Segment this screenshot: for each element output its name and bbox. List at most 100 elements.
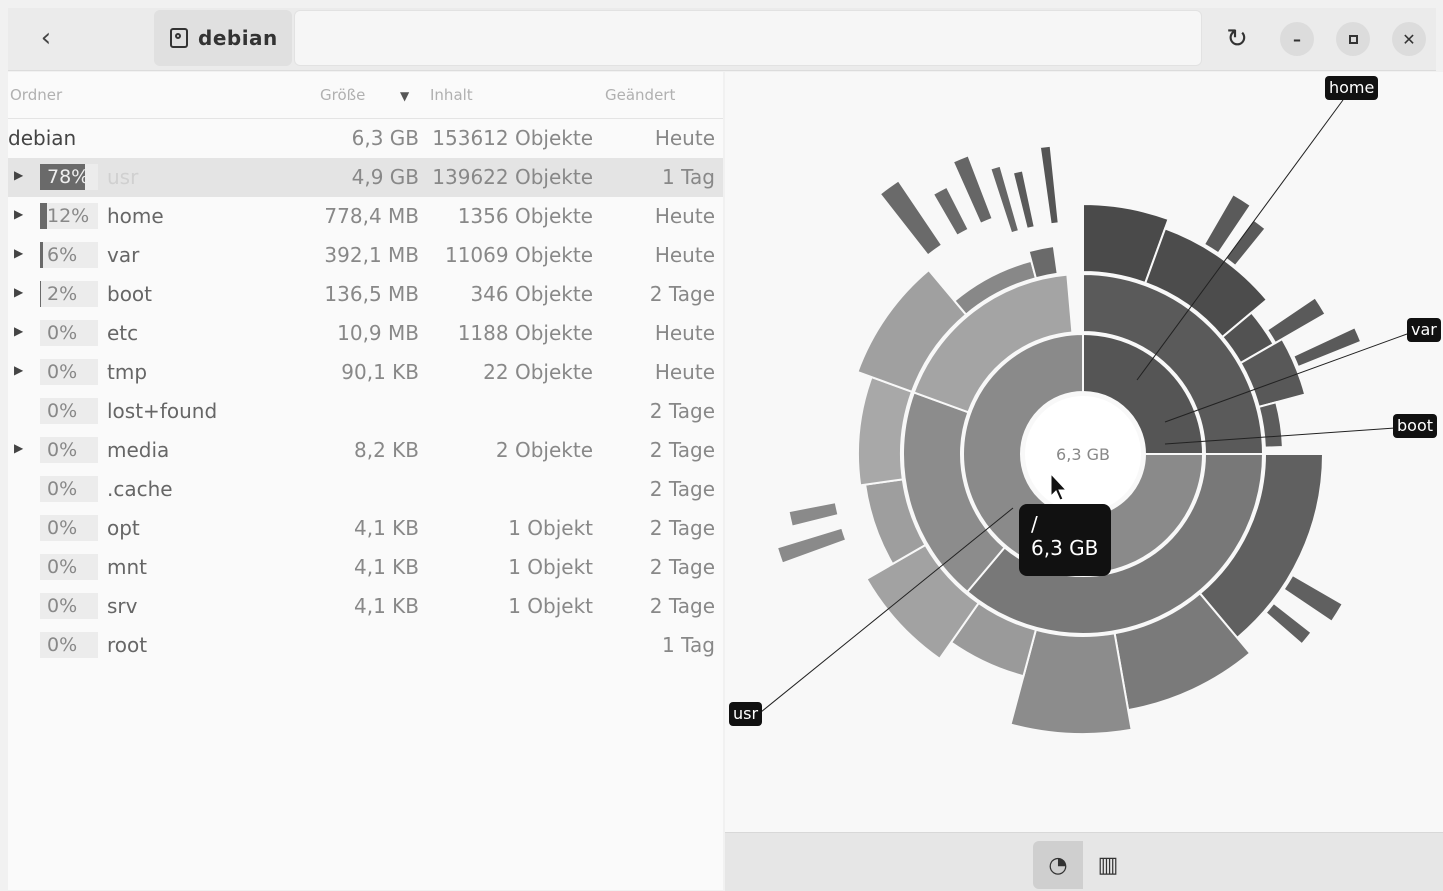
- table-row[interactable]: ▶ 0% tmp 90,1 KB 22 Objekte Heute: [8, 353, 723, 392]
- table-row[interactable]: 0% opt 4,1 KB 1 Objekt 2 Tage: [8, 509, 723, 548]
- ring-segment[interactable]: [787, 500, 840, 528]
- row-modified: 2 Tage: [649, 282, 715, 306]
- row-modified: 2 Tage: [649, 516, 715, 540]
- breadcrumb[interactable]: debian: [154, 10, 292, 66]
- table-row[interactable]: ▶ 6% var 392,1 MB 11069 Objekte Heute: [8, 236, 723, 275]
- table-row[interactable]: ▶ 0% etc 10,9 MB 1188 Objekte Heute: [8, 314, 723, 353]
- percent-bar: 0%: [40, 437, 98, 463]
- minimize-button[interactable]: –: [1280, 22, 1314, 56]
- column-contents[interactable]: Inhalt: [430, 86, 473, 104]
- label-var: var: [1407, 318, 1441, 342]
- percent-bar: 0%: [40, 320, 98, 346]
- ring-segment[interactable]: [1291, 325, 1363, 369]
- row-size: 6,3 GB: [351, 126, 419, 150]
- table-row[interactable]: ▶ 78% usr 4,9 GB 139622 Objekte 1 Tag: [8, 158, 723, 197]
- ring-segment[interactable]: [931, 185, 970, 238]
- chart-panel: 6,3 GB home var boot usr / 6,3 GB: [725, 72, 1443, 832]
- folder-list: Ordner Größe ▼ Inhalt Geändert debian 6,…: [8, 72, 723, 890]
- sunburst-chart[interactable]: 6,3 GB: [725, 72, 1443, 832]
- row-modified: Heute: [654, 126, 715, 150]
- maximize-button[interactable]: [1336, 22, 1370, 56]
- percent-text: 0%: [47, 400, 78, 422]
- ring-segment[interactable]: [1264, 601, 1313, 646]
- table-row-root[interactable]: debian 6,3 GB 153612 Objekte Heute: [8, 119, 723, 158]
- percent-text: 0%: [47, 322, 78, 344]
- expand-arrow-icon[interactable]: ▶: [14, 363, 23, 377]
- row-modified: Heute: [654, 360, 715, 384]
- ring-segment[interactable]: [1038, 144, 1060, 226]
- table-row[interactable]: 0% .cache 2 Tage: [8, 470, 723, 509]
- row-count: 1 Objekt: [508, 516, 593, 540]
- table-row[interactable]: 0% root 1 Tag: [8, 626, 723, 665]
- label-home: home: [1325, 76, 1379, 100]
- percent-fill: [40, 203, 47, 229]
- row-name: opt: [107, 516, 140, 540]
- close-button[interactable]: ✕: [1392, 22, 1426, 56]
- row-modified: Heute: [654, 243, 715, 267]
- expand-arrow-icon[interactable]: ▶: [14, 324, 23, 338]
- percent-bar: 0%: [40, 632, 98, 658]
- row-count: 153612 Objekte: [432, 126, 593, 150]
- treemap-chart-button[interactable]: ▥: [1083, 841, 1133, 889]
- table-row[interactable]: 0% lost+found 2 Tage: [8, 392, 723, 431]
- row-modified: 1 Tag: [662, 633, 715, 657]
- expand-arrow-icon[interactable]: ▶: [14, 441, 23, 455]
- tooltip-size: 6,3 GB: [1031, 536, 1099, 560]
- close-icon: ✕: [1402, 29, 1416, 49]
- rings-chart-button[interactable]: ◔: [1033, 841, 1083, 889]
- row-name: usr: [107, 165, 139, 189]
- row-count: 1188 Objekte: [457, 321, 593, 345]
- rings-chart-icon: ◔: [1048, 852, 1068, 878]
- row-count: 2 Objekte: [495, 438, 593, 462]
- percent-bar: 12%: [40, 203, 98, 229]
- expand-arrow-icon[interactable]: ▶: [14, 246, 23, 260]
- percent-bar: 0%: [40, 476, 98, 502]
- column-folder[interactable]: Ordner: [10, 86, 62, 104]
- column-modified[interactable]: Geändert: [605, 86, 675, 104]
- percent-text: 2%: [47, 283, 78, 305]
- row-modified: 2 Tage: [649, 594, 715, 618]
- row-size: 778,4 MB: [324, 204, 419, 228]
- ring-segment[interactable]: [1282, 573, 1345, 624]
- row-name: home: [107, 204, 164, 228]
- row-name: boot: [107, 282, 153, 306]
- percent-text: 0%: [47, 361, 78, 383]
- row-name: media: [107, 438, 170, 462]
- table-row[interactable]: 0% mnt 4,1 KB 1 Objekt 2 Tage: [8, 548, 723, 587]
- maximize-icon: [1348, 34, 1358, 44]
- table-row[interactable]: ▶ 2% boot 136,5 MB 346 Objekte 2 Tage: [8, 275, 723, 314]
- bottom-bar: ◔ ▥: [725, 832, 1443, 891]
- expand-arrow-icon[interactable]: ▶: [14, 285, 23, 299]
- row-size: 8,2 KB: [354, 438, 419, 462]
- row-count: 1 Objekt: [508, 594, 593, 618]
- row-count: 346 Objekte: [470, 282, 593, 306]
- table-row[interactable]: ▶ 12% home 778,4 MB 1356 Objekte Heute: [8, 197, 723, 236]
- expand-arrow-icon[interactable]: ▶: [14, 207, 23, 221]
- percent-text: 12%: [47, 205, 90, 227]
- table-row[interactable]: 0% srv 4,1 KB 1 Objekt 2 Tage: [8, 587, 723, 626]
- row-size: 136,5 MB: [324, 282, 419, 306]
- center-label: 6,3 GB: [1056, 445, 1110, 464]
- column-header: Ordner Größe ▼ Inhalt Geändert: [8, 72, 723, 119]
- row-modified: 1 Tag: [662, 165, 715, 189]
- row-modified: Heute: [654, 204, 715, 228]
- ring-segment[interactable]: [878, 179, 944, 257]
- expand-arrow-icon[interactable]: ▶: [14, 168, 23, 182]
- percent-text: 0%: [47, 439, 78, 461]
- minimize-icon: –: [1293, 29, 1301, 49]
- row-name: root: [107, 633, 148, 657]
- column-size[interactable]: Größe: [320, 86, 365, 104]
- percent-bar: 0%: [40, 593, 98, 619]
- label-usr: usr: [729, 702, 763, 726]
- location-bar[interactable]: [294, 10, 1202, 66]
- back-button[interactable]: ‹: [28, 20, 64, 56]
- row-count: 11069 Objekte: [444, 243, 593, 267]
- refresh-button[interactable]: ↻: [1220, 22, 1254, 56]
- ring-segment[interactable]: [775, 526, 848, 565]
- ring-segment[interactable]: [1265, 296, 1327, 345]
- row-size: 90,1 KB: [341, 360, 419, 384]
- percent-text: 0%: [47, 517, 78, 539]
- row-size: 4,9 GB: [351, 165, 419, 189]
- table-row[interactable]: ▶ 0% media 8,2 KB 2 Objekte 2 Tage: [8, 431, 723, 470]
- drive-icon: [170, 28, 188, 48]
